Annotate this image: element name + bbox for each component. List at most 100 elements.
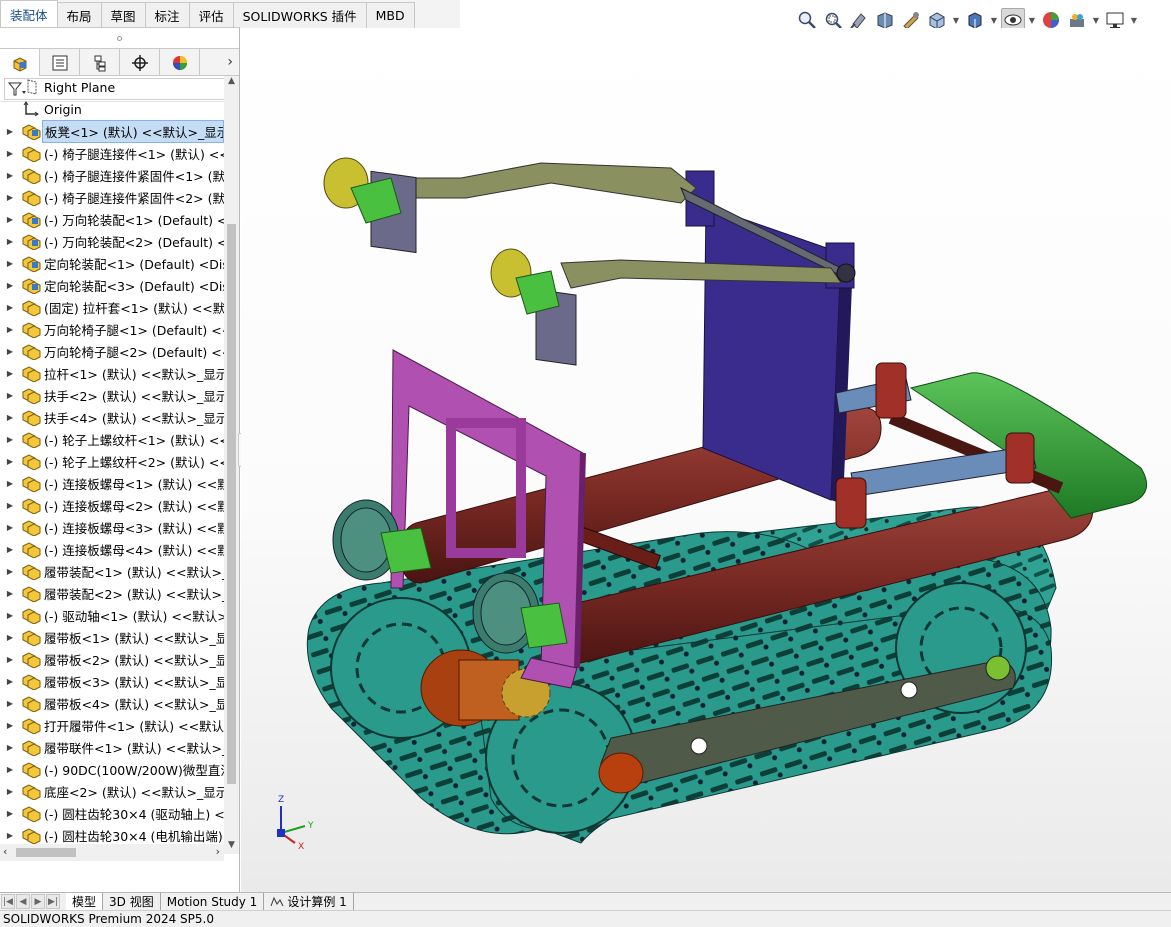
- tree-item[interactable]: ▶ 履带板<3> (默认) <<默认>_显示: [0, 670, 224, 692]
- assembly-model[interactable]: Z Y X: [241, 28, 1171, 892]
- tree-item[interactable]: ▶ (-) 连接板螺母<4> (默认) <<默认: [0, 538, 224, 560]
- panel-grip[interactable]: [0, 28, 239, 48]
- tree-item[interactable]: ▶ 打开履带件<1> (默认) <<默认>_: [0, 714, 224, 736]
- tab-sketch[interactable]: 草图: [100, 2, 146, 28]
- tree-item[interactable]: ▶ (-) 连接板螺母<3> (默认) <<默认: [0, 516, 224, 538]
- expand-arrow-icon[interactable]: ▶: [0, 281, 20, 290]
- first-tab-icon[interactable]: |◀: [1, 894, 15, 909]
- tree-item[interactable]: ▶ 履带板<2> (默认) <<默认>_显示: [0, 648, 224, 670]
- scroll-down-icon[interactable]: ▼: [224, 840, 239, 854]
- expand-arrow-icon[interactable]: ▶: [0, 765, 20, 774]
- tree-item[interactable]: ▶ 拉杆<1> (默认) <<默认>_显示状: [0, 362, 224, 384]
- tree-item[interactable]: ▶ 履带板<1> (默认) <<默认>_显示: [0, 626, 224, 648]
- tree-item[interactable]: ▶ 履带板<4> (默认) <<默认>_显示: [0, 692, 224, 714]
- expand-arrow-icon[interactable]: ▶: [0, 545, 20, 554]
- expand-arrow-icon[interactable]: ▶: [0, 501, 20, 510]
- tree-item[interactable]: ▶ 扶手<2> (默认) <<默认>_显示状: [0, 384, 224, 406]
- expand-arrow-icon[interactable]: ▶: [0, 721, 20, 730]
- tree-item[interactable]: ▶ 底座<2> (默认) <<默认>_显示状: [0, 780, 224, 802]
- tab-evaluate[interactable]: 评估: [188, 2, 234, 28]
- tree-item[interactable]: ▶ (固定) 拉杆套<1> (默认) <<默认: [0, 296, 224, 318]
- tree-item[interactable]: ▶ (-) 万向轮装配<2> (Default) <D: [0, 230, 224, 252]
- display-manager-icon[interactable]: [160, 49, 200, 76]
- tab-markup[interactable]: 标注: [144, 2, 190, 28]
- tree-item[interactable]: ▶ (-) 轮子上螺纹杆<2> (默认) <<默: [0, 450, 224, 472]
- expand-arrow-icon[interactable]: ▶: [0, 391, 20, 400]
- scroll-right-icon[interactable]: ›: [216, 845, 220, 858]
- tree-item[interactable]: ▶ 履带联件<1> (默认) <<默认>_显: [0, 736, 224, 758]
- tree-item[interactable]: ▶ 扶手<4> (默认) <<默认>_显示状: [0, 406, 224, 428]
- expand-arrow-icon[interactable]: ▶: [0, 567, 20, 576]
- expand-arrow-icon[interactable]: ▶: [0, 457, 20, 466]
- tree-vertical-scrollbar[interactable]: ▲ ▼: [224, 76, 239, 854]
- expand-arrow-icon[interactable]: ▶: [0, 479, 20, 488]
- tree-item[interactable]: ▶ 履带装配<2> (默认) <<默认>_显: [0, 582, 224, 604]
- chevron-right-icon[interactable]: ›: [200, 49, 239, 75]
- graphics-area[interactable]: Z Y X: [241, 28, 1171, 892]
- tree-item[interactable]: ▶ 定向轮装配<3> (Default) <Disp: [0, 274, 224, 296]
- scroll-thumb[interactable]: [227, 224, 236, 784]
- configuration-manager-icon[interactable]: [80, 49, 120, 76]
- tree-item[interactable]: ▶ (-) 90DC(100W/200W)微型直流: [0, 758, 224, 780]
- property-manager-icon[interactable]: [40, 49, 80, 76]
- expand-arrow-icon[interactable]: ▶: [0, 149, 20, 158]
- tree-item[interactable]: ▶ (-) 椅子腿连接件紧固件<1> (默认: [0, 164, 224, 186]
- expand-arrow-icon[interactable]: ▶: [0, 259, 20, 268]
- tree-item[interactable]: Right Plane: [0, 76, 224, 98]
- last-tab-icon[interactable]: ▶|: [46, 894, 60, 909]
- handle-rod-upper[interactable]: [415, 162, 697, 204]
- tab-3d-views[interactable]: 3D 视图: [103, 893, 161, 910]
- expand-arrow-icon[interactable]: ▶: [0, 523, 20, 532]
- tree-horizontal-scrollbar[interactable]: ‹ ›: [0, 844, 224, 861]
- tree-item[interactable]: ▶ 板凳<1> (默认) <<默认>_显示状: [0, 119, 224, 143]
- backrest-panel[interactable]: [702, 205, 842, 501]
- tree-item[interactable]: ▶ (-) 轮子上螺纹杆<1> (默认) <<默: [0, 428, 224, 450]
- expand-arrow-icon[interactable]: ▶: [0, 435, 20, 444]
- expand-arrow-icon[interactable]: ▶: [0, 237, 20, 246]
- tab-layout[interactable]: 布局: [56, 2, 102, 28]
- tab-model[interactable]: 模型: [66, 893, 104, 910]
- expand-arrow-icon[interactable]: ▶: [0, 347, 20, 356]
- tree-item[interactable]: ▶ (-) 连接板螺母<2> (默认) <<默认: [0, 494, 224, 516]
- prev-tab-icon[interactable]: ◀: [16, 894, 30, 909]
- tree-item[interactable]: ▶ (-) 连接板螺母<1> (默认) <<默认: [0, 472, 224, 494]
- expand-arrow-icon[interactable]: ▶: [0, 127, 20, 136]
- scroll-thumb[interactable]: [16, 848, 76, 857]
- tab-mbd[interactable]: MBD: [365, 2, 415, 28]
- tree-item[interactable]: ▶ (-) 驱动轴<1> (默认) <<默认>_: [0, 604, 224, 626]
- scroll-left-icon[interactable]: ‹: [3, 845, 7, 858]
- tree-item[interactable]: ▶ (-) 圆柱齿轮30×4 (电机输出端) <: [0, 824, 224, 846]
- expand-arrow-icon[interactable]: ▶: [0, 589, 20, 598]
- expand-arrow-icon[interactable]: ▶: [0, 677, 20, 686]
- expand-arrow-icon[interactable]: ▶: [0, 633, 20, 642]
- tab-design-study[interactable]: 设计算例 1: [264, 893, 354, 910]
- tree-item[interactable]: Origin: [0, 98, 224, 120]
- expand-arrow-icon[interactable]: ▶: [0, 215, 20, 224]
- expand-arrow-icon[interactable]: ▶: [0, 193, 20, 202]
- expand-arrow-icon[interactable]: ▶: [0, 787, 20, 796]
- tab-assembly[interactable]: 装配体: [0, 0, 58, 28]
- tree-item[interactable]: ▶ 定向轮装配<1> (Default) <Disp: [0, 252, 224, 274]
- next-tab-icon[interactable]: ▶: [31, 894, 45, 909]
- expand-arrow-icon[interactable]: ▶: [0, 831, 20, 840]
- tree-item[interactable]: ▶ (-) 万向轮装配<1> (Default) <D: [0, 208, 224, 230]
- expand-arrow-icon[interactable]: ▶: [0, 303, 20, 312]
- tree-item[interactable]: ▶ (-) 椅子腿连接件紧固件<2> (默认: [0, 186, 224, 208]
- expand-arrow-icon[interactable]: ▶: [0, 369, 20, 378]
- tree-item[interactable]: ▶ 履带装配<1> (默认) <<默认>_显: [0, 560, 224, 582]
- tab-motion-study[interactable]: Motion Study 1: [161, 893, 265, 910]
- expand-arrow-icon[interactable]: ▶: [0, 809, 20, 818]
- tree-item[interactable]: ▶ (-) 椅子腿连接件<1> (默认) <<默: [0, 142, 224, 164]
- tab-addins[interactable]: SOLIDWORKS 插件: [232, 2, 367, 28]
- expand-arrow-icon[interactable]: ▶: [0, 699, 20, 708]
- expand-arrow-icon[interactable]: ▶: [0, 655, 20, 664]
- scroll-up-icon[interactable]: ▲: [224, 76, 239, 90]
- expand-arrow-icon[interactable]: ▶: [0, 171, 20, 180]
- expand-arrow-icon[interactable]: ▶: [0, 743, 20, 752]
- tree-item[interactable]: ▶ 万向轮椅子腿<1> (Default) <<默: [0, 318, 224, 340]
- tree-item[interactable]: ▶ (-) 圆柱齿轮30×4 (驱动轴上) <: [0, 802, 224, 824]
- dim-xpert-icon[interactable]: [120, 49, 160, 76]
- feature-manager-icon[interactable]: [0, 49, 40, 76]
- expand-arrow-icon[interactable]: ▶: [0, 325, 20, 334]
- tree-item[interactable]: ▶ 万向轮椅子腿<2> (Default) <<默: [0, 340, 224, 362]
